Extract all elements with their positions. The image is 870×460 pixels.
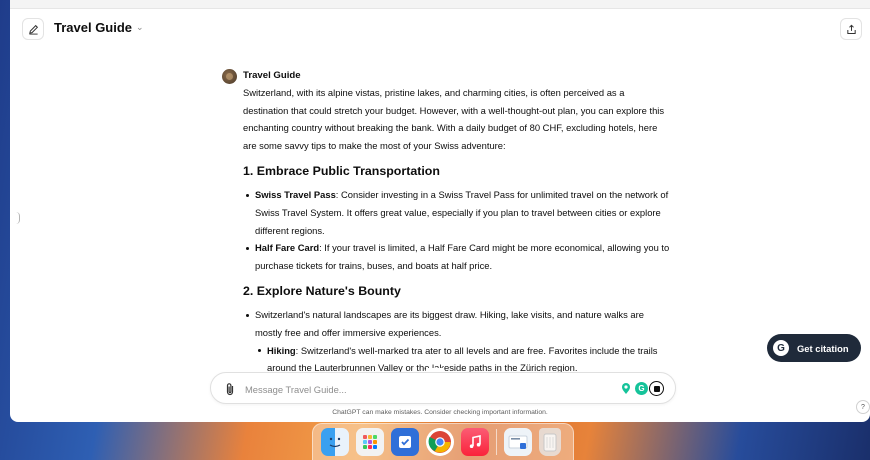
chat-window: Travel Guide ⌄ Travel Guide Switzerland,… [10,0,870,422]
item-text: : Switzerland's well-marked tra ater to … [267,344,658,374]
location-pin-icon[interactable] [620,382,632,395]
citation-icon-letter: G [777,342,785,354]
avatar [222,68,237,84]
grammarly-citation-icon: G [773,340,789,356]
launchpad-app-icon[interactable] [356,428,384,456]
intro-paragraph: Switzerland, with its alpine vistas, pri… [243,87,665,151]
gpt-title-dropdown[interactable]: Travel Guide ⌄ [54,20,144,35]
music-app-icon[interactable] [461,428,489,456]
stop-generating-button[interactable] [649,381,664,396]
get-citation-button[interactable]: G Get citation [767,334,861,362]
trash-icon [543,433,557,452]
help-icon: ? [861,403,865,411]
page-title: Travel Guide [54,20,133,35]
message-body: Switzerland, with its alpine vistas, pri… [222,84,672,377]
paperclip-icon [226,383,234,396]
item-bold-label: Hiking [267,344,296,356]
launchpad-grid-icon [363,435,377,449]
section-heading-nature: 2. Explore Nature's Bounty [243,284,401,299]
chrome-icon [428,431,451,453]
chevron-down-icon: ⌄ [136,22,144,32]
citation-label: Get citation [797,342,849,354]
chrome-app-icon[interactable] [426,428,454,456]
nature-list: Switzerland's natural landscapes are its… [243,306,672,376]
message-composer: G [210,372,676,404]
window-preview-icon [508,435,528,449]
assistant-message: Travel Guide Switzerland, with its alpin… [222,68,672,377]
list-item: Half Fare Card: If your travel is limite… [243,239,672,274]
stop-icon [653,385,660,392]
music-note-icon [469,435,481,448]
item-bold-label: Swiss Travel Pass [255,189,336,201]
list-item: Swiss Travel Pass: Consider investing in… [243,186,672,239]
grammarly-letter: G [638,384,645,393]
macos-dock [312,423,574,460]
checkbox-icon [399,436,411,448]
share-button[interactable] [840,18,862,40]
chat-header: Travel Guide ⌄ [10,10,870,46]
item-text: Switzerland's natural landscapes are its… [255,309,644,338]
message-header: Travel Guide [222,68,672,84]
sender-name: Travel Guide [243,70,301,82]
transport-list: Swiss Travel Pass: Consider investing in… [243,186,672,274]
list-item: Switzerland's natural landscapes are its… [243,306,672,341]
message-input[interactable] [245,380,605,398]
dock-separator [496,429,497,455]
preview-app-icon[interactable] [504,428,532,456]
edit-icon [28,24,38,35]
item-bold-label: Half Fare Card [255,242,320,254]
disclaimer-text: ChatGPT can make mistakes. Consider chec… [332,409,548,416]
help-button[interactable]: ? [856,400,870,414]
extension-icons: G [620,382,648,395]
new-chat-button[interactable] [22,18,44,40]
finder-face-icon [329,437,341,448]
window-top-strip [10,0,870,9]
finder-app-icon[interactable] [321,428,349,456]
section-heading-transport: 1. Embrace Public Transportation [243,164,440,179]
share-icon [846,24,856,34]
tasks-app-icon[interactable] [391,428,419,456]
sidebar-toggle-handle[interactable] [16,212,20,224]
grammarly-icon[interactable]: G [635,382,648,395]
attach-button[interactable] [223,381,237,397]
trash-app-icon[interactable] [539,428,561,456]
